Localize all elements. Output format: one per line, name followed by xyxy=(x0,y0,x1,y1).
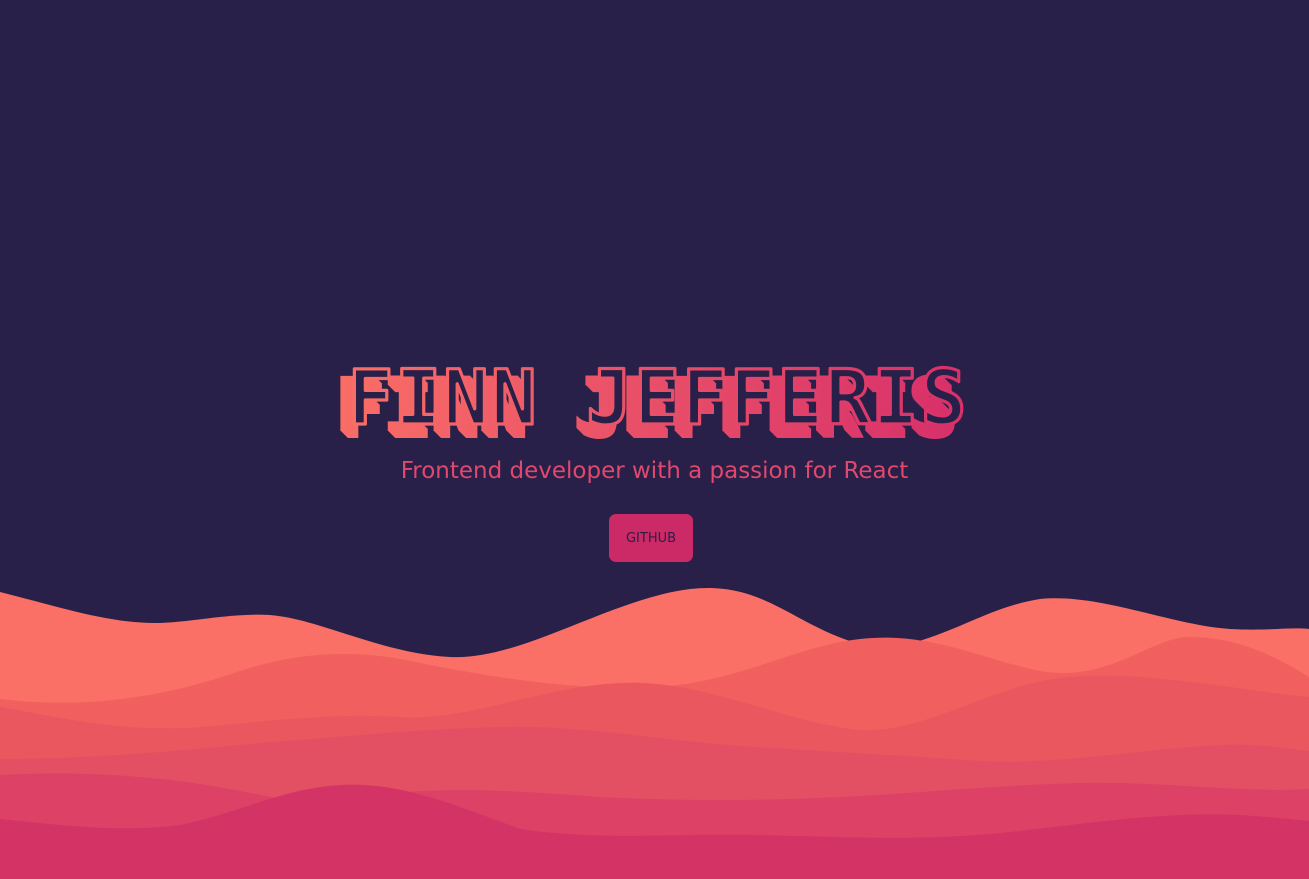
wave-background xyxy=(0,587,1309,879)
hero-title: FINN JEFFERIS FINN JEFFERIS FINN JEFFERI… xyxy=(334,360,969,455)
github-button[interactable]: GITHUB xyxy=(609,514,693,562)
title-face: FINN JEFFERIS xyxy=(348,360,969,442)
hero-section: FINN JEFFERIS FINN JEFFERIS FINN JEFFERI… xyxy=(0,0,1309,600)
hero-tagline: Frontend developer with a passion for Re… xyxy=(400,458,909,484)
landing-page: FINN JEFFERIS FINN JEFFERIS FINN JEFFERI… xyxy=(0,0,1309,879)
